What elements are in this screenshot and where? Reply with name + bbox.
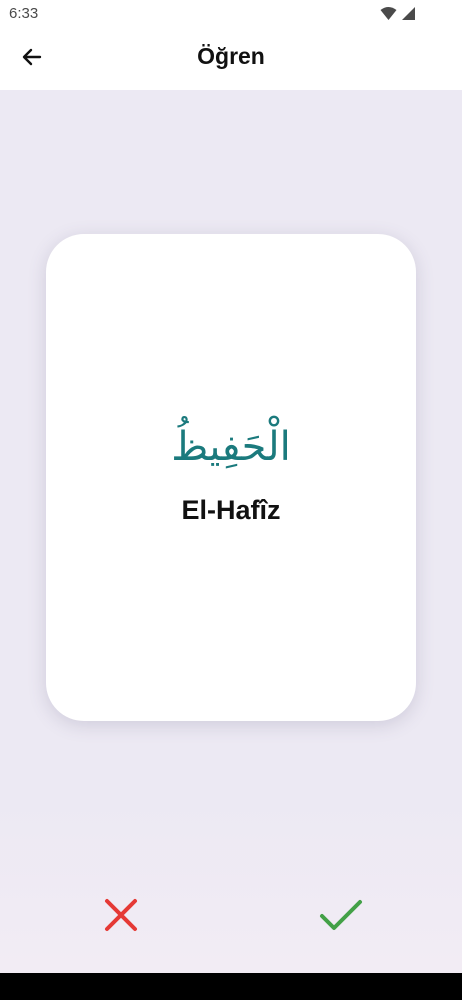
status-icons bbox=[380, 6, 416, 21]
check-icon bbox=[319, 897, 363, 937]
close-icon bbox=[103, 897, 139, 937]
wifi-icon bbox=[380, 6, 397, 21]
navigation-bar bbox=[0, 973, 462, 1000]
learn-content: الْحَفِيظُ El-Hafîz bbox=[0, 90, 462, 973]
status-bar: 6:33 bbox=[0, 0, 462, 28]
wrong-button[interactable] bbox=[97, 893, 145, 941]
signal-icon bbox=[401, 6, 416, 21]
arabic-name: الْحَفِيظُ bbox=[171, 424, 291, 470]
status-time: 6:33 bbox=[9, 5, 39, 22]
page-title: Öğren bbox=[197, 43, 265, 69]
correct-button[interactable] bbox=[317, 893, 365, 941]
flash-card[interactable]: الْحَفِيظُ El-Hafîz bbox=[46, 234, 416, 721]
transliteration: El-Hafîz bbox=[181, 495, 281, 525]
app-bar: Öğren bbox=[0, 28, 462, 90]
